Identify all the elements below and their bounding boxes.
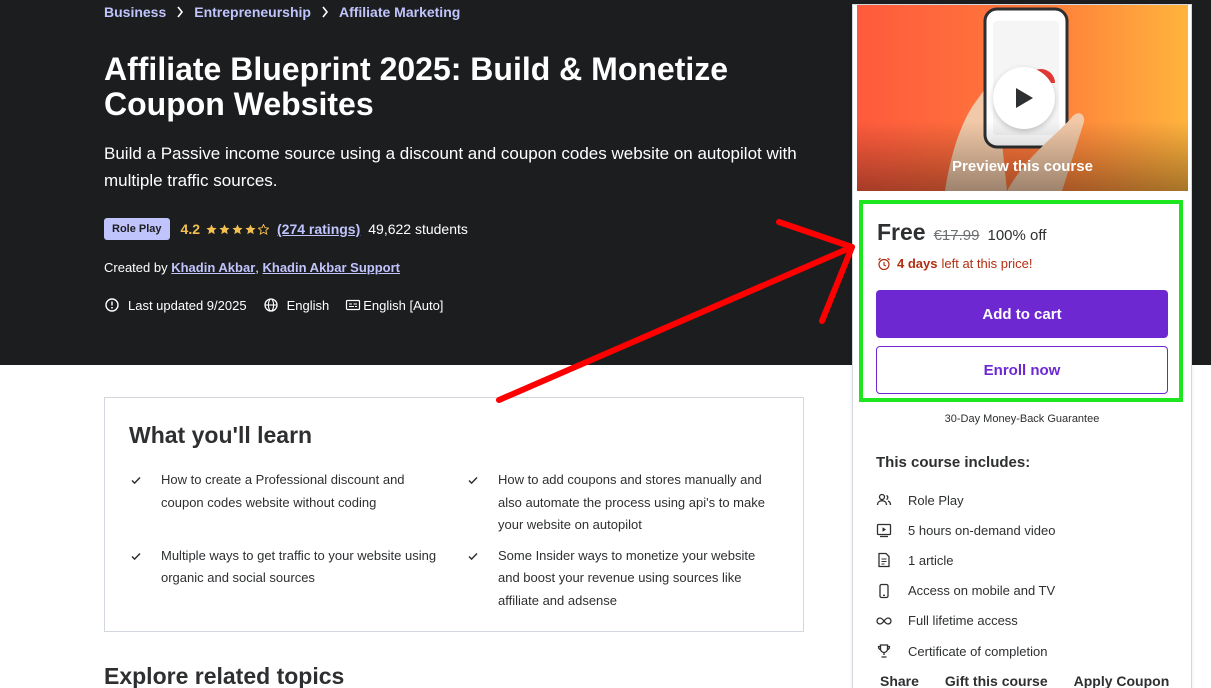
closed-captions-icon bbox=[345, 297, 361, 313]
star-empty-icon bbox=[258, 223, 269, 235]
learn-heading: What you'll learn bbox=[129, 422, 313, 448]
rating-row: Role Play 4.2 (274 ratings) 49,622 stude… bbox=[104, 218, 468, 240]
includes-item: Access on mobile and TV bbox=[876, 576, 1176, 606]
gift-course-link[interactable]: Gift this course bbox=[945, 673, 1048, 688]
learn-item-text: How to create a Professional discount an… bbox=[161, 472, 405, 510]
breadcrumb-entrepreneurship[interactable]: Entrepreneurship bbox=[194, 4, 311, 20]
add-to-cart-button[interactable]: Add to cart bbox=[876, 290, 1168, 338]
includes-item: Role Play bbox=[876, 485, 1176, 515]
includes-item-label: Access on mobile and TV bbox=[908, 583, 1056, 599]
course-title: Affiliate Blueprint 2025: Build & Moneti… bbox=[104, 51, 729, 122]
preview-shade bbox=[857, 121, 1188, 191]
chevron-right-icon bbox=[321, 6, 329, 18]
includes-item: Certificate of completion bbox=[876, 636, 1176, 666]
globe-icon bbox=[263, 297, 279, 313]
discount-percent: 100% off bbox=[987, 227, 1047, 244]
learn-item-text: How to add coupons and stores manually a… bbox=[498, 472, 765, 532]
star-rating bbox=[206, 223, 269, 235]
ratings-count-link[interactable]: (274 ratings) bbox=[277, 221, 360, 237]
price-timer: 4 days left at this price! bbox=[877, 256, 1033, 271]
includes-item-label: Certificate of completion bbox=[908, 643, 1048, 659]
star-full-icon bbox=[219, 223, 230, 234]
course-subtitle: Build a Passive income source using a di… bbox=[104, 144, 797, 190]
includes-title: This course includes: bbox=[876, 454, 1031, 471]
purchase-card: Preview this course Free €17.99 100% off… bbox=[852, 4, 1192, 688]
learn-item: How to create a Professional discount an… bbox=[129, 469, 466, 537]
check-icon bbox=[466, 548, 482, 564]
course-language: English bbox=[286, 297, 330, 313]
learn-item: Multiple ways to get traffic to your web… bbox=[129, 545, 466, 613]
alert-clock-icon bbox=[104, 297, 120, 313]
preview-label: Preview this course bbox=[952, 158, 1093, 175]
students-count: 49,622 students bbox=[368, 221, 468, 237]
current-price: Free bbox=[877, 219, 926, 245]
last-updated: Last updated 9/2025 bbox=[128, 297, 247, 313]
star-full-icon bbox=[245, 223, 256, 234]
role-play-badge: Role Play bbox=[104, 218, 170, 240]
includes-item: 1 article bbox=[876, 545, 1176, 575]
learn-item: Some Insider ways to monetize your websi… bbox=[466, 545, 786, 613]
includes-item-label: Role Play bbox=[908, 492, 964, 508]
money-back-guarantee: 30-Day Money-Back Guarantee bbox=[944, 413, 1100, 425]
star-full-icon bbox=[206, 223, 217, 234]
course-preview[interactable]: Preview this course bbox=[857, 5, 1188, 191]
includes-item: 5 hours on-demand video bbox=[876, 515, 1176, 545]
author-link-khadin-akbar[interactable]: Khadin Akbar bbox=[171, 260, 255, 275]
breadcrumb-affiliate-marketing[interactable]: Affiliate Marketing bbox=[339, 4, 460, 20]
original-price: €17.99 bbox=[933, 227, 980, 244]
check-icon bbox=[129, 548, 145, 564]
chevron-right-icon bbox=[176, 6, 184, 18]
learn-item-text: Some Insider ways to monetize your websi… bbox=[498, 547, 756, 608]
created-by: Created by Khadin Akbar, Khadin Akbar Su… bbox=[104, 260, 400, 275]
play-icon[interactable] bbox=[993, 67, 1055, 129]
apply-coupon-link[interactable]: Apply Coupon bbox=[1074, 673, 1170, 688]
includes-item-label: 1 article bbox=[908, 552, 954, 568]
video-icon bbox=[876, 522, 892, 538]
explore-related-topics-heading: Explore related topics bbox=[104, 663, 345, 688]
course-meta: Last updated 9/2025 English English [Aut… bbox=[104, 297, 443, 313]
what-youll-learn: What you'll learn How to create a Profes… bbox=[104, 397, 804, 632]
includes-item: Full lifetime access bbox=[876, 606, 1176, 636]
share-link[interactable]: Share bbox=[880, 673, 919, 688]
article-icon bbox=[876, 552, 892, 568]
check-icon bbox=[129, 472, 145, 488]
breadcrumb: Business Entrepreneurship Affiliate Mark… bbox=[104, 4, 460, 20]
rating-value: 4.2 bbox=[180, 221, 200, 237]
includes-list: Role Play 5 hours on-demand video 1 arti… bbox=[876, 485, 1176, 666]
card-links: Share Gift this course Apply Coupon bbox=[880, 673, 1169, 688]
check-icon bbox=[466, 472, 482, 488]
people-icon bbox=[876, 492, 892, 508]
mobile-icon bbox=[876, 583, 892, 599]
course-captions: English [Auto] bbox=[363, 297, 444, 313]
author-link-khadin-akbar-support[interactable]: Khadin Akbar Support bbox=[263, 260, 400, 275]
infinity-icon bbox=[876, 613, 892, 629]
learn-item: How to add coupons and stores manually a… bbox=[466, 469, 786, 537]
timer-text: left at this price! bbox=[941, 256, 1033, 271]
price-row: Free €17.99 100% off bbox=[877, 219, 1046, 246]
timer-days: 4 days bbox=[897, 256, 938, 271]
trophy-icon bbox=[876, 643, 892, 659]
includes-item-label: 5 hours on-demand video bbox=[908, 522, 1056, 538]
enroll-now-button[interactable]: Enroll now bbox=[876, 346, 1168, 394]
learn-item-text: Multiple ways to get traffic to your web… bbox=[161, 547, 437, 586]
includes-item-label: Full lifetime access bbox=[908, 613, 1018, 629]
created-by-label: Created by bbox=[104, 260, 168, 275]
author-separator: , bbox=[255, 260, 259, 275]
star-full-icon bbox=[232, 223, 243, 234]
learn-list: How to create a Professional discount an… bbox=[129, 469, 779, 612]
breadcrumb-business[interactable]: Business bbox=[104, 4, 166, 20]
alarm-clock-icon bbox=[877, 257, 891, 271]
